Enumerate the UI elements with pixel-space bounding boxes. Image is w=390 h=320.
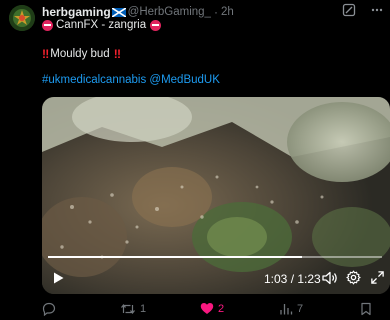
retweet-button[interactable]: 1 bbox=[120, 302, 146, 316]
fullscreen-icon[interactable] bbox=[370, 270, 385, 285]
avatar-icon bbox=[9, 5, 35, 31]
strain-line: CannFX - zangria bbox=[42, 19, 162, 31]
timestamp[interactable]: 2h bbox=[221, 6, 234, 18]
double-exclamation-icon: ‼ bbox=[113, 47, 121, 61]
headline-line: ‼ Mouldy bud ‼ bbox=[42, 47, 121, 61]
volume-icon[interactable] bbox=[322, 271, 338, 285]
display-name[interactable]: herbgaming bbox=[42, 5, 111, 19]
play-icon[interactable] bbox=[51, 271, 65, 285]
separator-dot: · bbox=[213, 5, 218, 19]
avatar[interactable] bbox=[9, 5, 35, 31]
progress-bar[interactable] bbox=[48, 256, 382, 258]
heart-icon bbox=[200, 303, 214, 314]
video-time: 1:03 / 1:23 bbox=[264, 272, 321, 286]
user-handle[interactable]: @HerbGaming_ bbox=[128, 6, 211, 18]
reply-icon bbox=[42, 302, 56, 316]
views-count: 7 bbox=[297, 303, 304, 315]
views-button[interactable]: 7 bbox=[279, 302, 303, 316]
views-icon bbox=[280, 304, 293, 315]
no-entry-icon bbox=[150, 19, 162, 31]
retweet-count: 1 bbox=[140, 303, 147, 315]
reply-button[interactable] bbox=[42, 302, 60, 316]
more-icon[interactable] bbox=[370, 3, 384, 17]
scotland-flag-icon bbox=[111, 7, 126, 17]
video-player[interactable]: 1:03 / 1:23 bbox=[42, 97, 390, 294]
headline-text: Mouldy bud bbox=[50, 48, 110, 60]
no-entry-icon bbox=[42, 19, 53, 31]
grok-icon[interactable] bbox=[342, 3, 356, 17]
video-frame bbox=[42, 97, 390, 294]
double-exclamation-icon: ‼ bbox=[42, 47, 49, 61]
bookmark-icon bbox=[361, 302, 371, 316]
progress-fill bbox=[48, 256, 302, 258]
tweet-header: herbgaming @HerbGaming_ · 2h bbox=[42, 4, 390, 20]
like-count: 2 bbox=[218, 302, 225, 315]
settings-icon[interactable] bbox=[346, 270, 361, 285]
bookmark-button[interactable] bbox=[360, 302, 372, 316]
like-button[interactable]: 2 bbox=[200, 302, 224, 315]
hashtags[interactable]: #ukmedicalcannabis @MedBudUK bbox=[42, 74, 220, 86]
action-bar: 1 2 7 bbox=[42, 302, 390, 318]
retweet-icon bbox=[121, 304, 135, 314]
strain-text: CannFX - zangria bbox=[56, 19, 147, 31]
